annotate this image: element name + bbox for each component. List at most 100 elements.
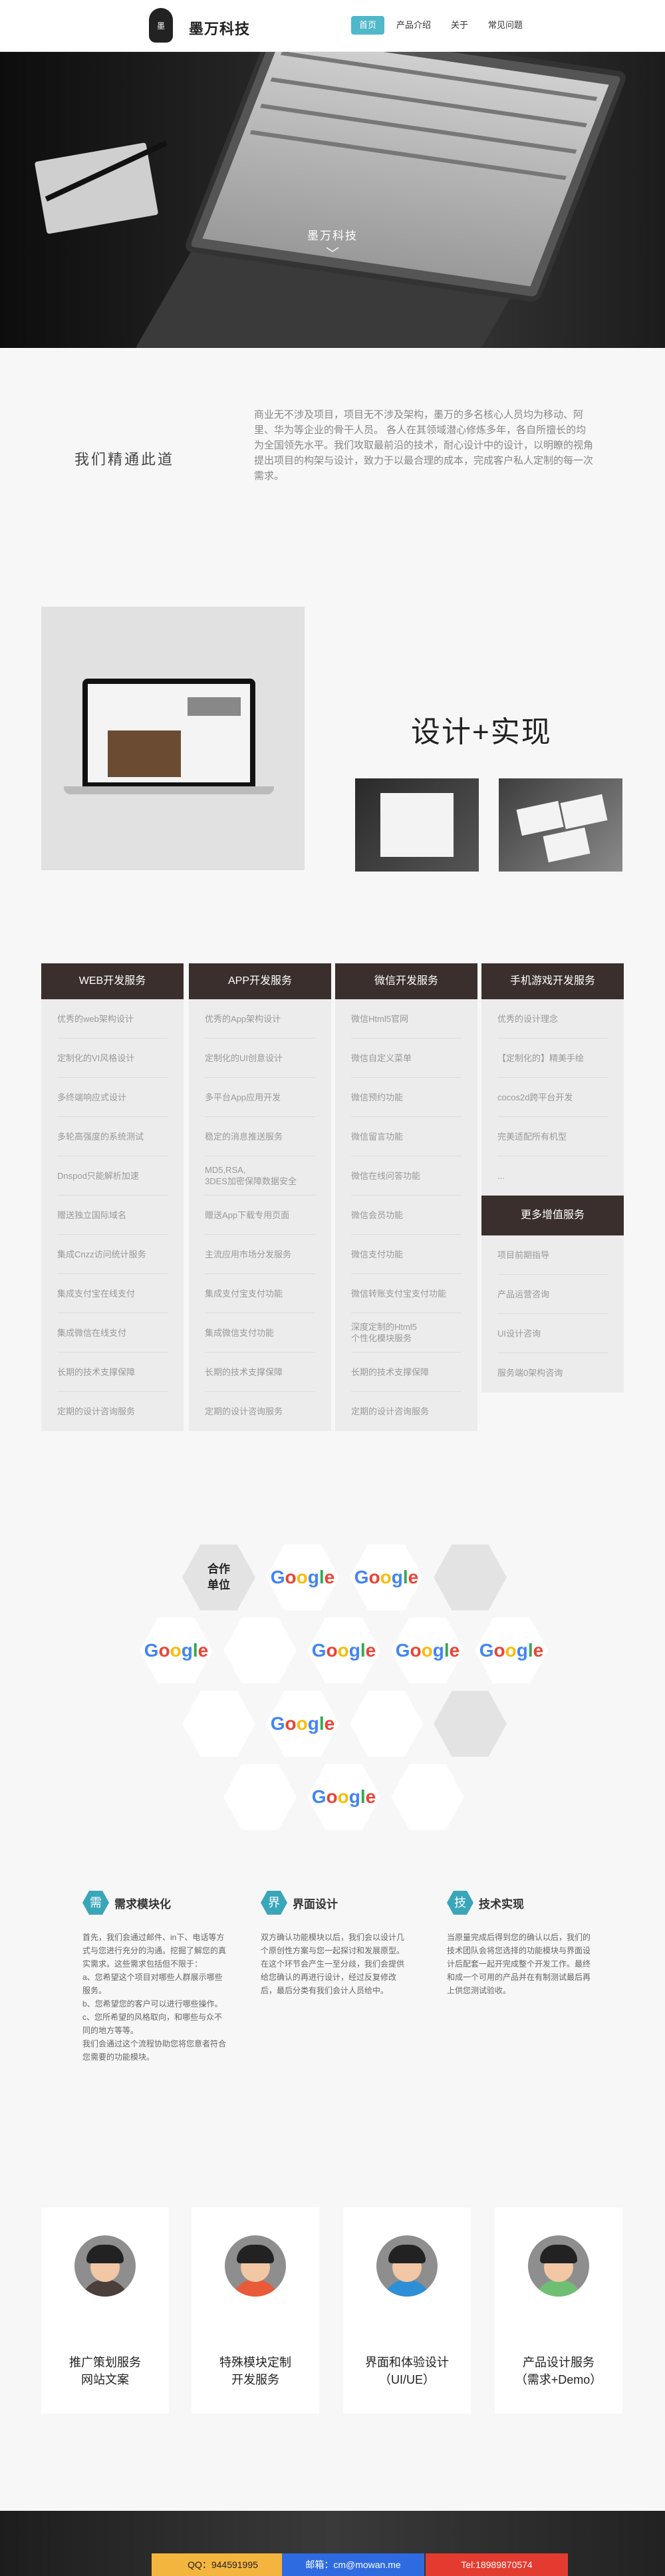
service-item: 优秀的设计理念 [497,999,608,1039]
phone-contact-button[interactable]: Tel:18989870574 [426,2553,568,2576]
partners-label: 合作 单位 [207,1561,230,1593]
service-item: 多平台App应用开发 [205,1078,315,1117]
brand-logo[interactable]: 墨 [149,8,173,43]
service-card[interactable]: 特殊模块定制 开发服务 [192,2207,319,2414]
game-service-title: 手机游戏开发服务 [481,963,624,999]
google-letter: g [516,1640,528,1661]
nav-home[interactable]: 首页 [351,16,385,35]
google-letter: l [360,1640,366,1661]
service-item: 项目前期指导 [497,1235,608,1275]
brand-name[interactable]: 墨万科技 [189,17,250,39]
service-item: 集成支付宝支付功能 [205,1274,315,1313]
decorative-hex [182,1690,255,1757]
card-label-line: 特殊模块定制 [219,2356,291,2369]
google-letter: l [192,1640,198,1661]
intro-title: 我们精通此道 [74,451,175,468]
service-item: 微信支付功能 [351,1235,462,1274]
game-service-column: 手机游戏开发服务 优秀的设计理念 【定制化的】精美手绘 cocos2d跨平台开发 完美… [481,963,624,1392]
service-item: 产品运营咨询 [497,1275,608,1314]
email-contact-button[interactable]: 邮箱：cm@mowan.me [282,2553,424,2576]
google-letter: e [449,1640,460,1661]
service-card[interactable]: 产品设计服务 （需求+Demo） [495,2207,622,2414]
partner-google-logo[interactable]: Google [350,1544,423,1611]
avatar [225,2235,286,2297]
service-item: 微信留言功能 [351,1117,462,1156]
tech-icon: 技 [447,1891,473,1915]
google-letter: o [410,1640,422,1661]
partner-google-logo[interactable]: Google [266,1690,339,1757]
design-implement-title: 设计+实现 [411,716,552,748]
feature-title: 需求模块化 [114,1897,171,1911]
google-letter: o [337,1786,349,1807]
partner-google-logo[interactable]: Google [266,1544,339,1611]
google-letter: o [296,1713,308,1734]
service-item: 微信转账支付宝支付功能 [351,1274,462,1313]
nav-products[interactable]: 产品介绍 [388,16,439,35]
google-letter: l [527,1640,533,1661]
google-letter: g [307,1713,319,1734]
google-logo: Google [479,1640,543,1661]
google-letter: l [319,1713,325,1734]
nav-faq[interactable]: 常见问题 [480,16,531,35]
wechat-service-title: 微信开发服务 [335,963,477,999]
logo-glyph: 墨 [156,21,165,31]
service-item: 长期的技术支撑保障 [57,1353,168,1392]
service-item: MD5,RSA, 3DES加密保障数据安全 [205,1156,315,1196]
avatar [528,2235,589,2297]
google-letter: G [270,1713,285,1734]
service-item: 集成支付宝在线支付 [57,1274,168,1313]
feature-title: 技术实现 [479,1897,524,1911]
service-item: 微信Html5官网 [351,999,462,1039]
google-logo: Google [144,1640,208,1661]
service-item: Dnspod只能解析加速 [57,1156,168,1196]
intro-text: 商业无不涉及项目，项目无不涉及架构，墨万的多名核心人员均为移动、阿里、华为等企业… [254,409,594,482]
nav-about[interactable]: 关于 [443,16,476,35]
google-letter: g [391,1567,403,1587]
service-item: 主流应用市场分发服务 [205,1235,315,1274]
partner-google-logo[interactable]: Google [391,1617,464,1684]
partner-google-logo[interactable]: Google [140,1617,213,1684]
service-item: 微信会员功能 [351,1196,462,1235]
feature-title: 界面设计 [293,1897,338,1911]
google-letter: o [285,1567,297,1587]
google-letter: o [337,1640,349,1661]
feature-text: 当原量完成后得到您的确认以后，我们的技术团队会将您选择的功能模块与界面设计后配套… [447,1933,591,1995]
main-nav: 首页 产品介绍 关于 常见问题 [351,16,531,35]
app-service-title: APP开发服务 [189,963,331,999]
google-letter: o [296,1567,308,1587]
service-card-label: 界面和体验设计 （UI/UE） [343,2354,471,2388]
partner-google-logo[interactable]: Google [307,1764,380,1830]
magazine-photo [355,778,479,872]
service-card[interactable]: 推广策划服务 网站文案 [41,2207,169,2414]
partners-label-hex: 合作 单位 [182,1544,255,1611]
service-item: cocos2d跨平台开发 [497,1078,608,1117]
google-letter: o [170,1640,182,1661]
partner-google-logo[interactable]: Google [475,1617,548,1684]
card-label-line: 界面和体验设计 [365,2356,449,2369]
decorative-hex [223,1764,297,1830]
google-letter: e [324,1713,335,1734]
feature-requirements: 需需求模块化 首先，我们会通过邮件、in下、电话等方式与您进行充分的沟通。挖掘了… [82,1889,229,2064]
chevron-down-icon[interactable]: ﹀ [325,246,340,262]
hero-title: 墨万科技 [307,230,358,242]
google-letter: e [533,1640,544,1661]
decorative-hex [350,1690,423,1757]
qq-contact-button[interactable]: QQ：944591995 [152,2553,294,2576]
card-label-line: 产品设计服务 [523,2356,595,2369]
partner-google-logo[interactable]: Google [307,1617,380,1684]
service-item: 赠送独立国际域名 [57,1196,168,1235]
service-item: 优秀的App架构设计 [205,999,315,1039]
service-item: 长期的技术支撑保障 [205,1353,315,1392]
app-service-column: APP开发服务 优秀的App架构设计 定制化的UI创意设计 多平台App应用开发 稳定… [189,963,331,1431]
web-service-column: WEB开发服务 优秀的web架构设计 定制化的VI风格设计 多终端响应式设计 多轮高强… [41,963,184,1431]
google-letter: G [144,1640,159,1661]
service-item: 定制化的UI创意设计 [205,1039,315,1078]
service-item: 多轮高强度的系统测试 [57,1117,168,1156]
google-logo: Google [354,1567,418,1588]
partners-label-line: 合作 [207,1563,230,1575]
service-item: 优秀的web架构设计 [57,999,168,1039]
service-card[interactable]: 界面和体验设计 （UI/UE） [343,2207,471,2414]
service-item: 集成Cnzz访问统计服务 [57,1235,168,1274]
service-item: 稳定的消息推送服务 [205,1117,315,1156]
google-letter: G [354,1567,369,1587]
